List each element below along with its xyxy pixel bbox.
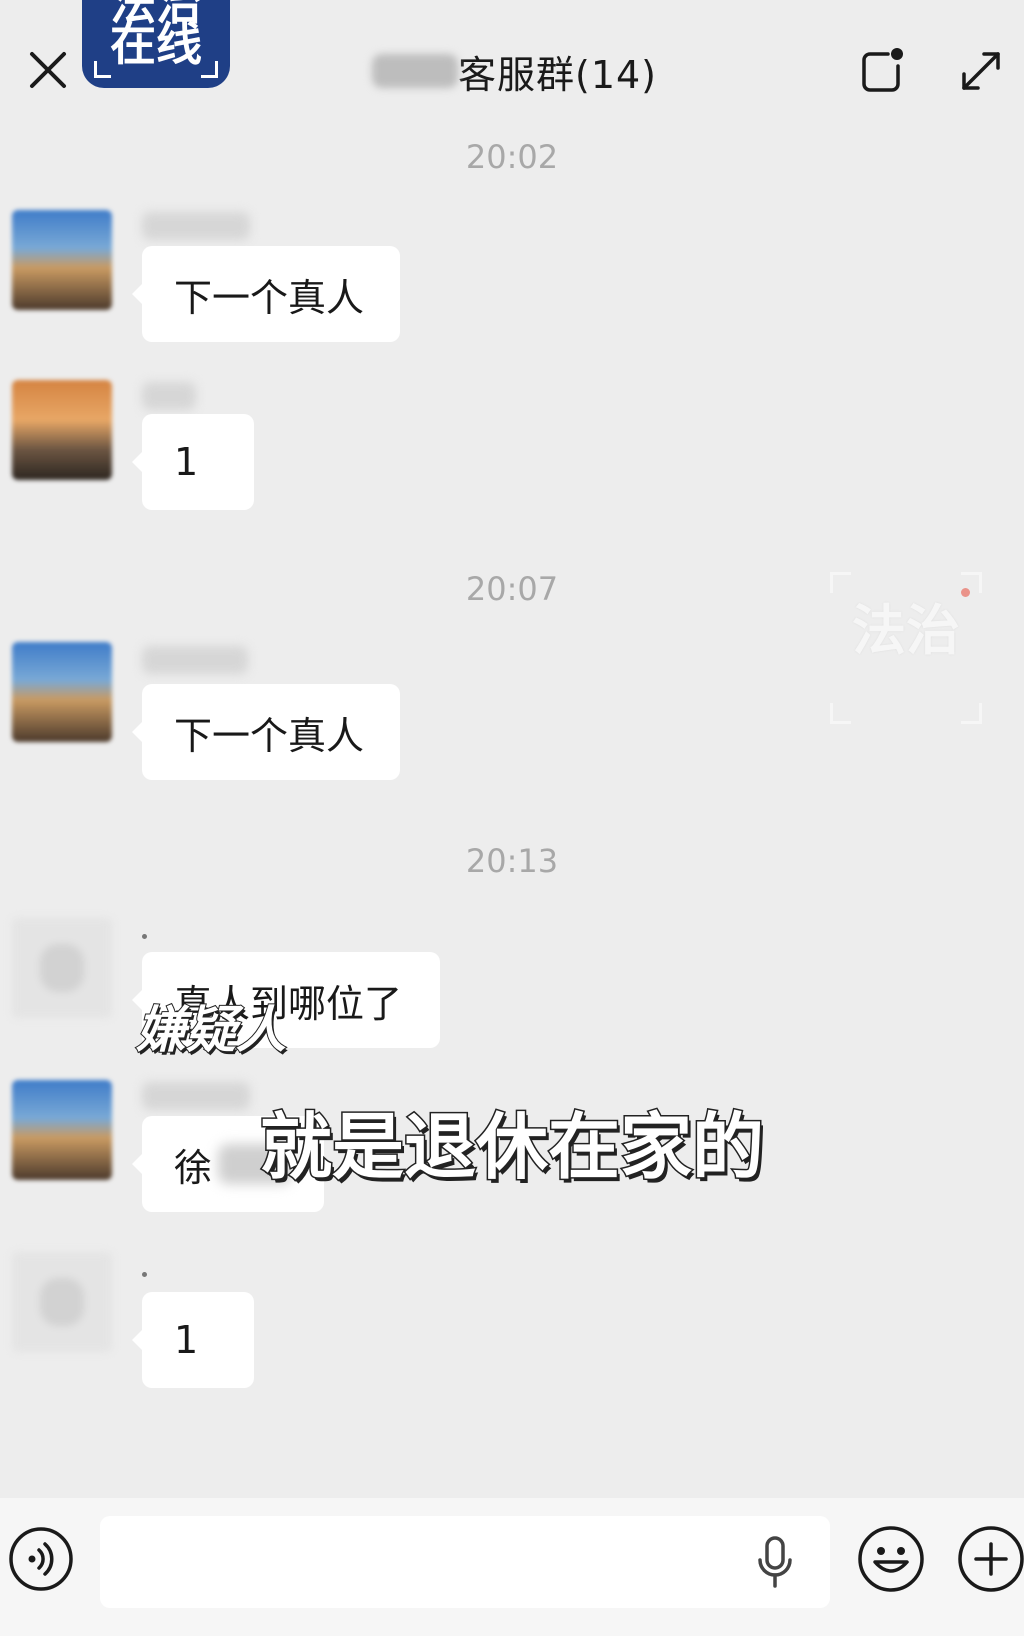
timestamp: 20:02 (465, 138, 559, 176)
message-bubble[interactable]: 下一个真人 (132, 246, 400, 342)
avatar[interactable] (12, 210, 112, 310)
redacted-group-name (372, 54, 458, 88)
avatar[interactable] (12, 642, 112, 742)
watermark-text: 法治 (852, 598, 960, 662)
emoji-icon[interactable] (856, 1524, 926, 1594)
chat-title: 客服群(14) (458, 52, 658, 97)
redacted-sender-name (142, 212, 250, 240)
avatar[interactable] (12, 380, 112, 480)
speaker-label: 嫌疑人 (135, 1000, 287, 1060)
video-subtitle: 就是退休在家的 (258, 1104, 765, 1191)
voice-mode-icon[interactable] (8, 1526, 74, 1592)
floating-window-icon[interactable] (858, 46, 906, 94)
timestamp: 20:13 (465, 842, 559, 880)
sender-name-dot (142, 934, 147, 939)
sender-name-dot (142, 1272, 147, 1277)
redacted-sender-name (142, 646, 248, 674)
plus-icon[interactable] (956, 1524, 1024, 1594)
chat-window: 法治 在线 客服群(14) 20:02 下一个真人 1 20:07 下一个真人 … (0, 0, 1024, 1636)
chat-title-wrap: 客服群(14) (372, 44, 657, 98)
message-bubble[interactable]: 下一个真人 (132, 684, 400, 780)
redacted-sender-name (142, 382, 196, 410)
chat-header: 法治 在线 客服群(14) (0, 0, 1024, 150)
message-list[interactable]: 20:02 下一个真人 1 20:07 下一个真人 20:13 真人到哪位了 徐… (0, 130, 1024, 1498)
avatar[interactable] (12, 918, 112, 1018)
channel-watermark: 法治 (830, 572, 982, 724)
microphone-icon[interactable] (752, 1534, 798, 1592)
channel-logo: 法治 在线 (82, 0, 230, 88)
close-icon[interactable] (26, 48, 70, 92)
message-input[interactable] (100, 1516, 830, 1608)
message-bubble[interactable]: 1 (132, 1292, 254, 1388)
input-bar (0, 1498, 1024, 1636)
avatar[interactable] (12, 1252, 112, 1352)
expand-icon[interactable] (956, 46, 1006, 96)
message-bubble[interactable]: 1 (132, 414, 254, 510)
